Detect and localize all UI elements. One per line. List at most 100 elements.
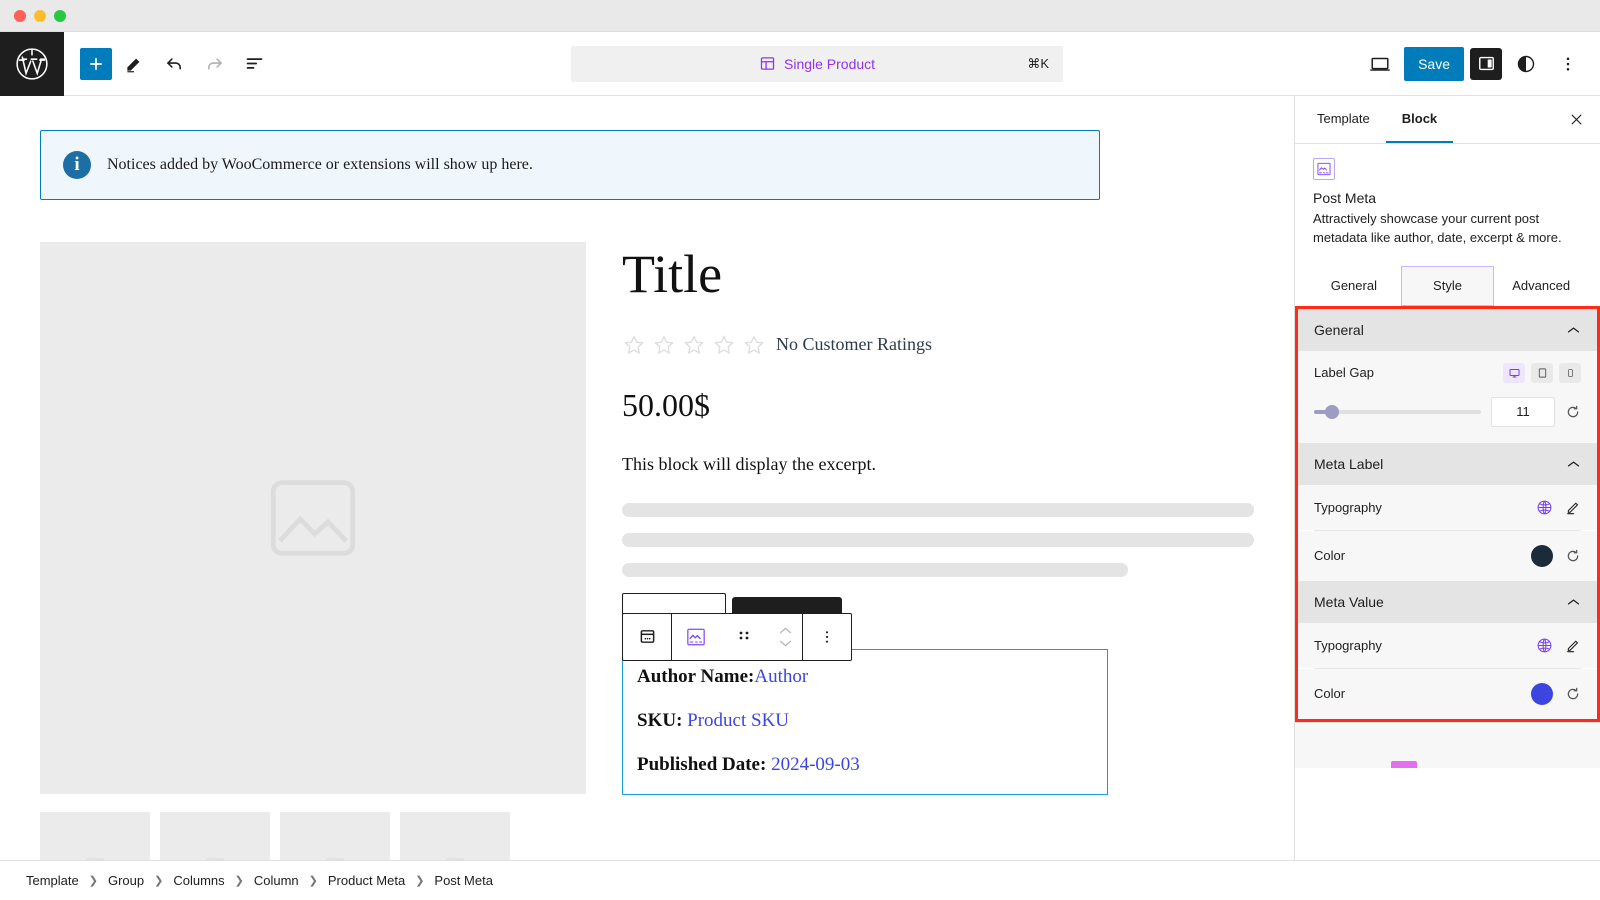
block-description: Attractively showcase your current post … (1313, 211, 1562, 245)
meta-row: Author Name:Author (637, 666, 1093, 688)
device-switcher (1503, 362, 1581, 383)
label-gap-field: Label Gap (1314, 362, 1581, 383)
next-section-peek (1295, 721, 1600, 768)
breadcrumb-item-product-meta[interactable]: Product Meta (328, 873, 405, 888)
window-maximize-button[interactable] (54, 9, 66, 22)
breadcrumb-item-group[interactable]: Group (108, 873, 144, 888)
tab-template[interactable]: Template (1301, 96, 1386, 143)
window-close-button[interactable] (14, 9, 26, 22)
save-button[interactable]: Save (1404, 46, 1464, 81)
more-options-button[interactable] (1550, 46, 1586, 82)
breadcrumb: Template ❯ Group ❯ Columns ❯ Column ❯ Pr… (0, 860, 1600, 900)
styles-contrast-button[interactable] (1508, 46, 1544, 82)
label-gap-controls (1314, 396, 1581, 427)
desktop-icon[interactable] (1503, 362, 1525, 383)
inspector-tab-style[interactable]: Style (1400, 265, 1495, 306)
thumbnail-item[interactable] (280, 812, 390, 860)
block-toolbar-area (622, 592, 1254, 661)
editor-body: i Notices added by WooCommerce or extens… (0, 96, 1600, 860)
meta-label: SKU: (637, 709, 688, 731)
toolbar-center: Single Product ⌘K (272, 45, 1362, 82)
tab-block[interactable]: Block (1385, 96, 1454, 143)
reset-icon[interactable] (1565, 548, 1581, 564)
block-movers[interactable] (768, 625, 802, 649)
post-meta-block[interactable]: Author Name:Author SKU: Product SKU Publ… (622, 648, 1108, 795)
document-title-bar[interactable]: Single Product ⌘K (571, 45, 1064, 82)
meta-value-typography-row: Typography (1298, 622, 1597, 668)
breadcrumb-item-template[interactable]: Template (26, 873, 79, 888)
section-meta-label-header[interactable]: Meta Label (1298, 442, 1597, 485)
undo-button[interactable] (156, 46, 192, 82)
wordpress-logo-icon[interactable] (0, 31, 64, 96)
chevron-up-icon (1567, 599, 1580, 605)
block-info-card: Post Meta Attractively showcase your cur… (1295, 144, 1600, 252)
document-title: Single Product (784, 55, 876, 72)
thumbnail-item[interactable] (160, 812, 270, 860)
meta-value-color-swatch[interactable] (1531, 682, 1553, 705)
block-options-button[interactable] (803, 614, 851, 660)
product-excerpt[interactable]: This block will display the excerpt. (622, 454, 1254, 475)
label-gap-slider[interactable] (1314, 404, 1481, 419)
redo-button[interactable] (196, 46, 232, 82)
window-minimize-button[interactable] (34, 9, 46, 22)
meta-value: 2024-09-03 (771, 753, 860, 775)
info-icon: i (63, 151, 91, 179)
list-view-button[interactable] (236, 46, 272, 82)
product-main-image-placeholder[interactable] (40, 242, 586, 794)
select-parent-block-button[interactable] (623, 614, 671, 660)
toolbar-right-tools: Save (1362, 46, 1600, 82)
post-meta-block-icon[interactable] (672, 614, 720, 660)
section-general-header[interactable]: General (1298, 308, 1597, 351)
breadcrumb-item-post-meta[interactable]: Post Meta (434, 873, 493, 888)
chevron-up-icon (779, 627, 791, 634)
breadcrumb-item-column[interactable]: Column (254, 873, 299, 888)
star-icon (624, 334, 644, 354)
inspector-tabs: General Style Advanced (1295, 265, 1600, 306)
pencil-icon[interactable] (1565, 637, 1581, 653)
thumbnail-item[interactable] (400, 812, 510, 860)
breadcrumb-separator: ❯ (308, 875, 318, 887)
star-icon (744, 334, 764, 354)
pencil-icon[interactable] (1565, 499, 1581, 515)
desktop-preview-button[interactable] (1362, 46, 1398, 82)
editor-top-toolbar: Single Product ⌘K Save (0, 31, 1600, 96)
section-meta-value-header[interactable]: Meta Value (1298, 580, 1597, 623)
add-block-button[interactable] (80, 47, 112, 80)
label-gap-input[interactable] (1491, 396, 1555, 427)
thumbnail-item[interactable] (40, 812, 150, 860)
breadcrumb-separator: ❯ (415, 875, 425, 887)
tablet-icon[interactable] (1531, 362, 1553, 383)
slider-thumb[interactable] (1325, 404, 1340, 419)
product-rating: No Customer Ratings (622, 333, 1254, 357)
mobile-icon[interactable] (1559, 362, 1581, 383)
product-title[interactable]: Title (622, 246, 1254, 303)
reset-icon[interactable] (1565, 686, 1581, 702)
product-price[interactable]: 50.00$ (622, 387, 1254, 424)
section-meta-value-title: Meta Value (1314, 593, 1384, 610)
star-icon (714, 334, 734, 354)
breadcrumb-item-columns[interactable]: Columns (173, 873, 224, 888)
sidebar-tabs: Template Block (1295, 96, 1600, 144)
settings-sidebar-toggle[interactable] (1470, 47, 1502, 80)
meta-label: Published Date: (637, 753, 772, 775)
inspector-tab-advanced[interactable]: Advanced (1494, 266, 1588, 306)
macos-window-bar (0, 0, 1600, 32)
settings-sidebar: Template Block Post Meta Attractively sh… (1294, 96, 1600, 860)
globe-icon[interactable] (1536, 499, 1553, 516)
edit-pencil-button[interactable] (116, 46, 152, 82)
section-meta-label-title: Meta Label (1314, 455, 1384, 472)
drag-handle-icon[interactable] (720, 614, 768, 660)
reset-icon[interactable] (1565, 404, 1581, 420)
inspector-tab-general[interactable]: General (1307, 266, 1401, 306)
star-icon (654, 334, 674, 354)
globe-icon[interactable] (1536, 637, 1553, 654)
meta-label-color-swatch[interactable] (1531, 544, 1553, 567)
meta-value-color-row: Color (1298, 668, 1597, 719)
meta-label: Author Name: (637, 665, 755, 687)
close-icon[interactable] (1558, 96, 1594, 143)
block-name: Post Meta (1313, 190, 1377, 206)
section-general-title: General (1314, 321, 1364, 338)
product-gallery[interactable] (40, 242, 586, 860)
woocommerce-notice: i Notices added by WooCommerce or extens… (40, 130, 1100, 200)
meta-label-typography-row: Typography (1298, 484, 1597, 530)
